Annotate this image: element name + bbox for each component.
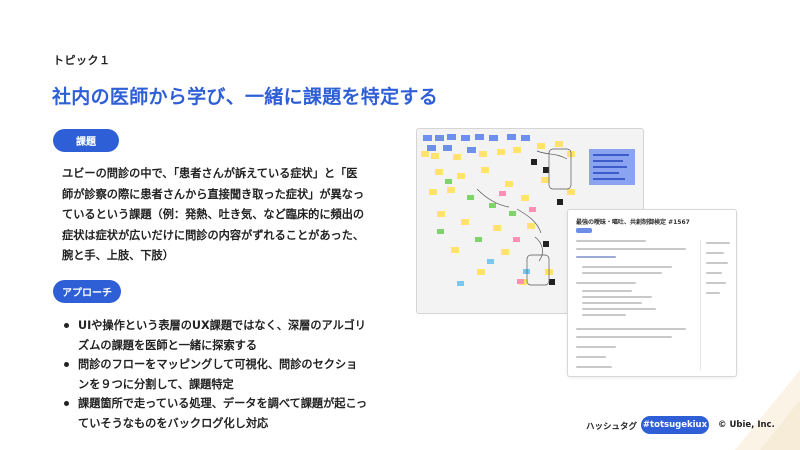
text-line bbox=[582, 290, 632, 292]
sidebar-line bbox=[706, 292, 720, 294]
text-line bbox=[576, 366, 612, 368]
status-chip bbox=[576, 228, 592, 233]
hashtag-label: ハッシュタグ bbox=[586, 422, 638, 432]
bullet-line: UIや操作という表層のUX課題ではなく、深層のアルゴリ bbox=[78, 319, 366, 332]
approach-list: UIや操作という表層のUX課題ではなく、深層のアルゴリ ズムの課題を医師と一緒に… bbox=[60, 316, 405, 433]
copyright: © Ubie, Inc. bbox=[718, 420, 775, 430]
text-line bbox=[576, 282, 636, 284]
problem-pill: 課題 bbox=[53, 129, 119, 152]
text-line bbox=[582, 296, 652, 298]
sidebar-line bbox=[706, 242, 730, 244]
page-title: 社内の医師から学び、一緒に課題を特定する bbox=[52, 86, 439, 108]
problem-line: 師が診察の際に患者さんから直接聞き取った症状」が異なっ bbox=[62, 187, 365, 201]
text-line bbox=[576, 256, 616, 258]
text-line bbox=[582, 308, 656, 310]
text-line bbox=[582, 302, 642, 304]
sidebar-line bbox=[706, 252, 724, 254]
problem-line: ているという課題（例：発熱、吐き気、など臨床的に頻出の bbox=[62, 208, 365, 221]
topic-label: トピック１ bbox=[53, 54, 111, 67]
sidebar-line bbox=[706, 282, 726, 284]
problem-line: 腕と手、上肢、下肢） bbox=[62, 249, 174, 262]
text-line bbox=[582, 266, 672, 268]
issue-document-screenshot: 最強の曖昧・嘔吐、共創制御検定 #1567 bbox=[567, 209, 737, 377]
problem-line: ユビーの問診の中で、「患者さんが訴えている症状」と「医 bbox=[62, 167, 358, 180]
text-line bbox=[576, 328, 686, 330]
sidebar-line bbox=[706, 272, 722, 274]
approach-pill: アプローチ bbox=[53, 280, 121, 303]
text-line bbox=[576, 356, 606, 358]
bullet-line: ていそうなものをバックログ化し対応 bbox=[78, 416, 269, 430]
document-title: 最強の曖昧・嘔吐、共創制御検定 #1567 bbox=[576, 219, 690, 226]
approach-bullet: 課題箇所で走っている処理、データを調べて課題が起こっ ていそうなものをバックログ… bbox=[60, 394, 405, 433]
problem-text: ユビーの問診の中で、「患者さんが訴えている症状」と「医 師が診察の際に患者さんか… bbox=[62, 164, 402, 267]
approach-bullet: UIや操作という表層のUX課題ではなく、深層のアルゴリ ズムの課題を医師と一緒に… bbox=[60, 316, 405, 355]
approach-bullet: 問診のフローをマッピングして可視化、問診のセクショ ンを９つに分割して、課題特定 bbox=[60, 355, 405, 394]
doc-sidebar-divider bbox=[700, 240, 701, 370]
problem-line: 症状は症状が広いだけに問診の内容がずれることがあった、 bbox=[62, 228, 365, 242]
text-line bbox=[576, 248, 686, 250]
bullet-line: 課題箇所で走っている処理、データを調べて課題が起こっ bbox=[78, 397, 368, 410]
hashtag-badge: #totsugekiux bbox=[641, 416, 709, 434]
bullet-line: ズムの課題を医師と一緒に探索する bbox=[78, 338, 258, 352]
bullet-line: 問診のフローをマッピングして可視化、問診のセクショ bbox=[78, 358, 358, 371]
text-line bbox=[582, 272, 662, 274]
text-line bbox=[576, 240, 646, 242]
bullet-line: ンを９つに分割して、課題特定 bbox=[78, 377, 234, 391]
text-line bbox=[576, 336, 672, 338]
text-line bbox=[582, 314, 626, 316]
text-line bbox=[576, 346, 616, 348]
sidebar-line bbox=[706, 262, 728, 264]
